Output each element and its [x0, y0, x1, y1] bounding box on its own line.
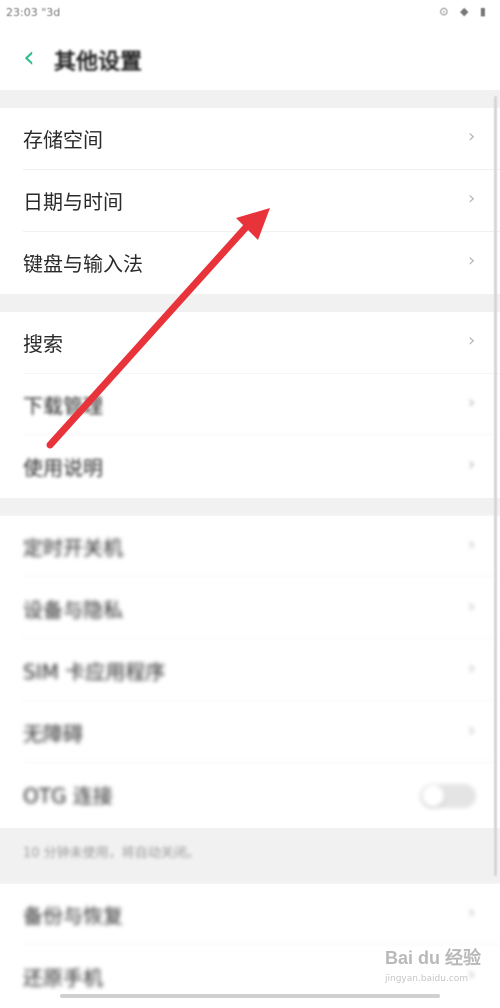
settings-row-device-privacy[interactable]: 设备与隐私 › [0, 578, 500, 640]
header: ‹ 其他设置 [0, 28, 500, 90]
row-label: 搜索 [23, 332, 63, 356]
row-label: 设备与隐私 [23, 598, 123, 622]
toggle-knob [422, 785, 444, 807]
home-indicator [60, 994, 440, 998]
back-button[interactable]: ‹ [14, 42, 44, 76]
row-label: 存储空间 [23, 128, 103, 152]
section-gap [0, 498, 500, 516]
row-label: 定时开关机 [23, 536, 123, 560]
row-label: 下载管理 [23, 394, 103, 418]
status-icons: ⊙ ◆ ▮ [439, 5, 490, 18]
settings-row-accessibility[interactable]: 无障碍 › [0, 702, 500, 764]
status-time: 23:03 "3d [6, 6, 61, 19]
row-label: 键盘与输入法 [23, 252, 143, 276]
row-label: 日期与时间 [23, 190, 123, 214]
chevron-right-icon: › [468, 454, 476, 475]
row-label: SIM 卡应用程序 [23, 660, 166, 684]
watermark-url: jingyan.baidu.com [385, 974, 469, 984]
section-gap [0, 90, 500, 108]
settings-row-storage[interactable]: 存储空间 › [0, 108, 500, 170]
page-title: 其他设置 [54, 50, 143, 75]
settings-row-downloads[interactable]: 下载管理 › [0, 374, 500, 436]
settings-row-scheduled-power[interactable]: 定时开关机 › [0, 516, 500, 578]
otg-note-area: 10 分钟未使用，将自动关闭。 [0, 828, 500, 884]
row-label: 无障碍 [23, 722, 83, 746]
chevron-right-icon: › [468, 392, 476, 413]
row-label: 还原手机 [23, 966, 103, 990]
chevron-left-icon: ‹ [23, 40, 35, 75]
chevron-right-icon: › [468, 534, 476, 555]
status-bar: 23:03 "3d ⊙ ◆ ▮ [0, 0, 500, 28]
chevron-right-icon: › [468, 250, 476, 271]
chevron-right-icon: › [468, 658, 476, 679]
settings-row-otg: OTG 连接 [0, 764, 500, 826]
settings-row-search[interactable]: 搜索 › [0, 312, 500, 374]
settings-row-keyboard[interactable]: 键盘与输入法 › [0, 232, 500, 294]
row-label: 备份与恢复 [23, 904, 123, 928]
chevron-right-icon: › [468, 902, 476, 923]
row-label: OTG 连接 [23, 784, 113, 808]
settings-row-backup-restore[interactable]: 备份与恢复 › [0, 884, 500, 946]
chevron-right-icon: › [468, 720, 476, 741]
settings-row-manual[interactable]: 使用说明 › [0, 436, 500, 498]
chevron-right-icon: › [468, 596, 476, 617]
watermark-logo: Bai du 经验 [385, 948, 482, 968]
settings-row-date-time[interactable]: 日期与时间 › [0, 170, 500, 232]
chevron-right-icon: › [468, 126, 476, 147]
otg-note: 10 分钟未使用，将自动关闭。 [23, 846, 200, 861]
chevron-right-icon: › [468, 330, 476, 351]
scrollbar[interactable] [494, 96, 497, 876]
otg-toggle[interactable] [420, 784, 476, 808]
chevron-right-icon: › [468, 188, 476, 209]
row-label: 使用说明 [23, 456, 103, 480]
section-gap [0, 294, 500, 312]
settings-row-sim-apps[interactable]: SIM 卡应用程序 › [0, 640, 500, 702]
